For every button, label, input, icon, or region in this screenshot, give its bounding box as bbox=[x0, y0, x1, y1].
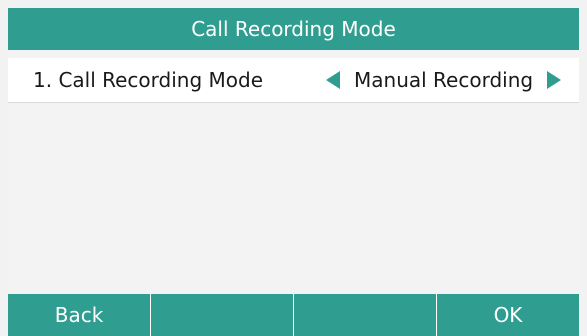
page-title: Call Recording Mode bbox=[191, 17, 396, 41]
content-area: 1. Call Recording Mode Manual Recording bbox=[8, 50, 579, 293]
back-softkey[interactable]: Back bbox=[8, 294, 151, 336]
triangle-left-icon[interactable] bbox=[326, 71, 340, 89]
triangle-right-icon[interactable] bbox=[547, 71, 562, 89]
ok-softkey[interactable]: OK bbox=[437, 294, 579, 336]
setting-row-call-recording-mode[interactable]: 1. Call Recording Mode Manual Recording bbox=[8, 58, 579, 103]
title-bar: Call Recording Mode bbox=[8, 8, 579, 50]
softkey-bar: Back OK bbox=[8, 294, 579, 336]
value-selector[interactable]: Manual Recording bbox=[326, 58, 562, 102]
setting-label: 1. Call Recording Mode bbox=[33, 68, 264, 92]
phone-screen: Call Recording Mode 1. Call Recording Mo… bbox=[0, 0, 587, 336]
empty-softkey-2[interactable] bbox=[151, 294, 294, 336]
setting-value: Manual Recording bbox=[354, 68, 534, 92]
empty-softkey-3[interactable] bbox=[294, 294, 437, 336]
